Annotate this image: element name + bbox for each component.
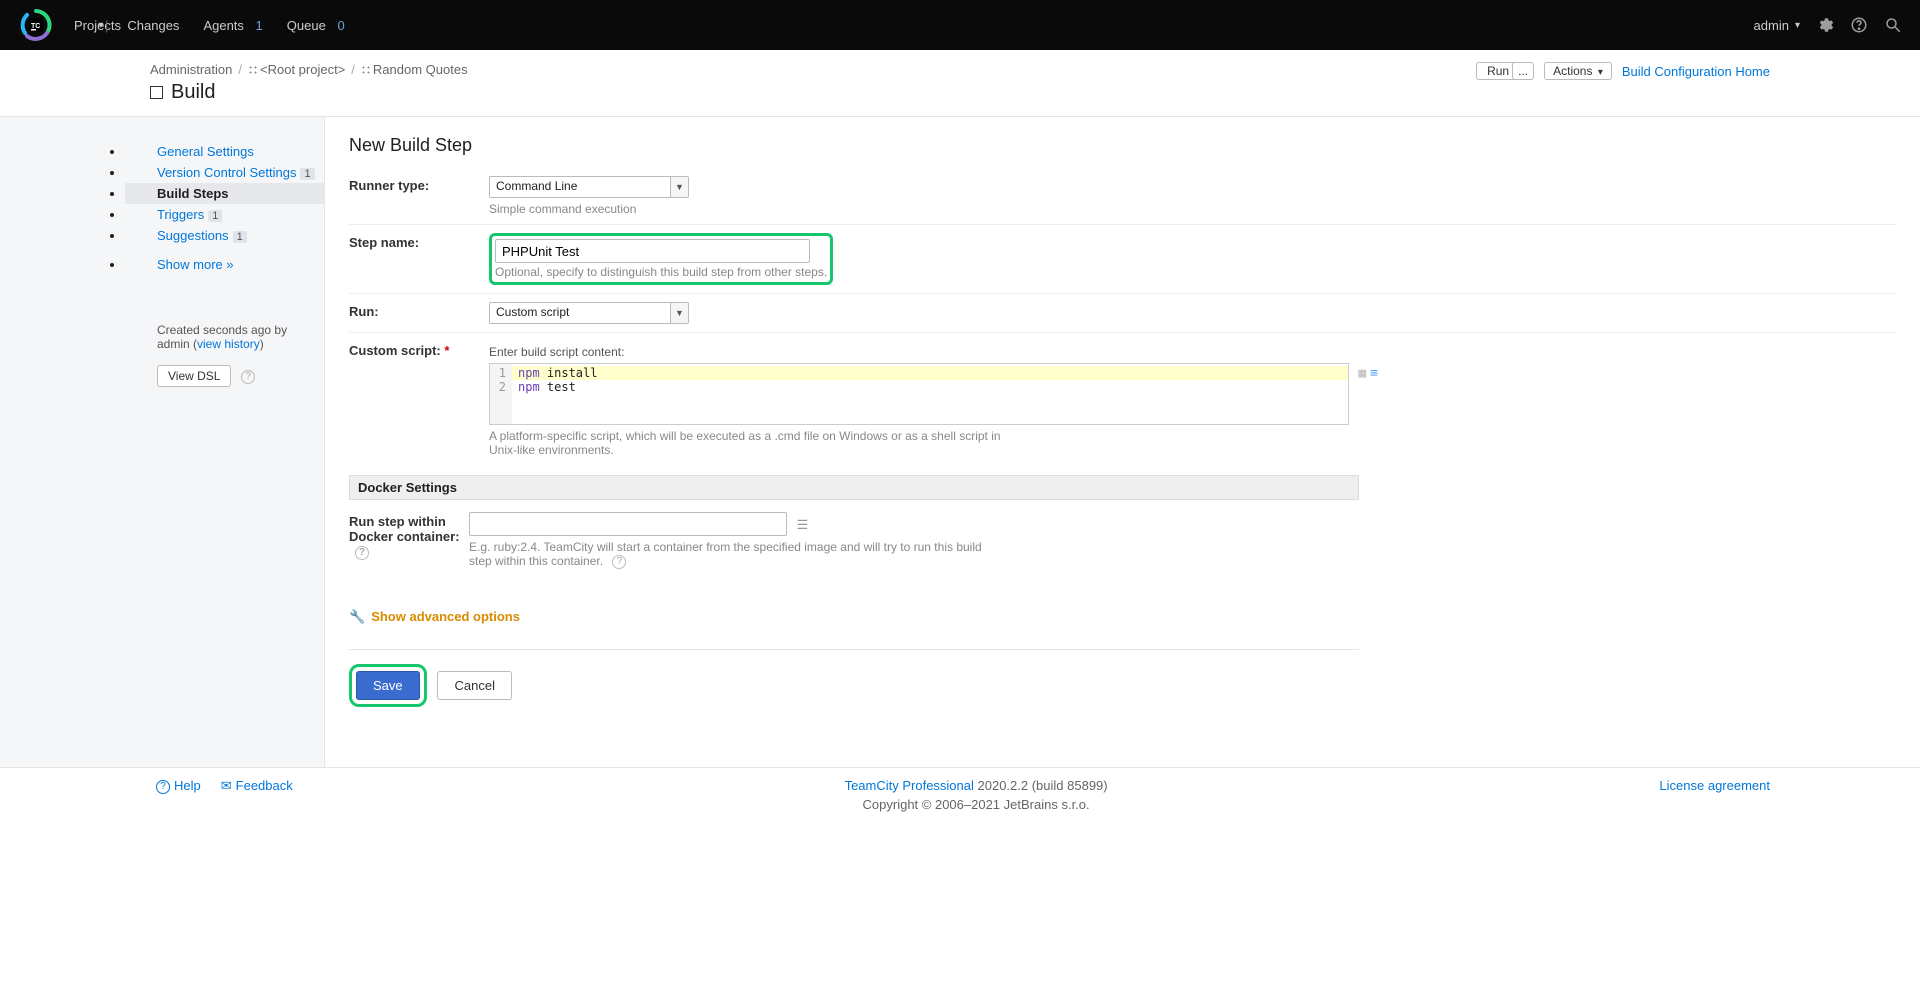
script-prompt: Enter build script content: <box>489 345 1309 359</box>
help-icon[interactable]: ? <box>612 555 626 569</box>
chevron-down-icon: ▾ <box>1795 20 1800 31</box>
editor-gutter: 12 <box>490 364 512 424</box>
wrench-icon: 🔧 <box>349 609 365 625</box>
cancel-button[interactable]: Cancel <box>437 671 511 700</box>
svg-text:TC: TC <box>31 23 40 30</box>
breadcrumb: Administration / <Root project> / Random… <box>150 62 468 77</box>
sidebar-item-build-steps[interactable]: Build Steps <box>125 183 324 204</box>
footer-help-link[interactable]: Help <box>174 778 201 793</box>
docker-container-input[interactable] <box>469 512 787 536</box>
show-advanced-label: Show advanced options <box>371 609 520 624</box>
view-dsl-button[interactable]: View DSL <box>157 365 231 387</box>
save-highlight: Save <box>349 664 427 707</box>
nav-agents[interactable]: Agents 1 <box>203 18 262 33</box>
chevron-down-icon: ▾ <box>98 20 103 31</box>
help-icon[interactable] <box>1850 16 1868 34</box>
sidebar-item-label: Build Steps <box>157 186 229 201</box>
custom-script-label: Custom script: * <box>349 341 489 358</box>
sidebar-show-more[interactable]: Show more » <box>125 254 324 275</box>
search-icon[interactable] <box>1884 16 1902 34</box>
build-config-home-link[interactable]: Build Configuration Home <box>1622 64 1770 79</box>
sidebar-item-label: Show more » <box>157 257 234 272</box>
nav-queue-count: 0 <box>337 18 344 33</box>
bc-root-project[interactable]: <Root project> <box>260 62 345 77</box>
help-icon[interactable]: ? <box>241 370 255 384</box>
docker-section-header: Docker Settings <box>349 475 1359 500</box>
sidebar-item-vcs[interactable]: Version Control Settings 1 <box>125 162 324 183</box>
nav-user-label: admin <box>1754 18 1789 33</box>
content-heading: New Build Step <box>349 135 1896 156</box>
run-label: Run: <box>349 302 489 319</box>
step-name-label: Step name: <box>349 233 489 250</box>
run-value: Custom script <box>490 303 670 323</box>
footer-license-link[interactable]: License agreement <box>1659 778 1770 793</box>
footer-copyright: Copyright © 2006–2021 JetBrains s.r.o. <box>293 797 1660 812</box>
top-nav: TC Projects | ▾ Changes Agents 1 Queue 0… <box>0 0 1920 50</box>
step-name-input[interactable] <box>495 239 810 263</box>
runner-type-hint: Simple command execution <box>489 202 1309 216</box>
sidebar-item-general[interactable]: General Settings <box>125 141 324 162</box>
project-grid-icon <box>248 65 258 75</box>
nav-agents-label: Agents <box>203 18 243 33</box>
sidebar-item-triggers[interactable]: Triggers 1 <box>125 204 324 225</box>
page-title-text: Build <box>171 81 215 104</box>
editor-toolbar: ▦ ≡ <box>1358 366 1378 381</box>
chevron-down-icon: ▼ <box>670 177 688 197</box>
editor-tool-icon[interactable]: ▦ <box>1358 366 1366 381</box>
run-split-button[interactable]: ... <box>1512 62 1534 80</box>
chevron-down-icon: ▼ <box>670 303 688 323</box>
sidebar-badge: 1 <box>300 168 314 180</box>
variable-picker-icon[interactable]: ☰ <box>797 517 809 533</box>
docker-container-label: Run step within Docker container: ? <box>349 512 469 560</box>
script-hint: A platform-specific script, which will b… <box>489 429 1009 457</box>
head-actions: Run... Actions ▾ Build Configuration Hom… <box>1476 62 1770 80</box>
teamcity-logo[interactable]: TC <box>18 7 54 43</box>
nav-user-menu[interactable]: admin ▾ <box>1754 18 1800 33</box>
editor-tool-icon[interactable]: ≡ <box>1370 366 1378 381</box>
nav-queue-label: Queue <box>287 18 326 33</box>
runner-type-label: Runner type: <box>349 176 489 193</box>
docker-hint: E.g. ruby:2.4. TeamCity will start a con… <box>469 540 989 569</box>
page-title: Build <box>150 81 468 104</box>
sidebar: General Settings Version Control Setting… <box>0 117 325 767</box>
sidebar-badge: 1 <box>233 231 247 243</box>
run-select[interactable]: Custom script ▼ <box>489 302 689 324</box>
bc-project[interactable]: Random Quotes <box>373 62 468 77</box>
sidebar-item-label: Suggestions <box>157 228 229 243</box>
show-advanced-link[interactable]: 🔧 Show advanced options <box>349 609 520 625</box>
chevron-down-icon: ▾ <box>1598 67 1603 78</box>
footer-product-link[interactable]: TeamCity Professional <box>845 778 974 793</box>
bc-administration[interactable]: Administration <box>150 62 232 77</box>
nav-projects[interactable]: Projects | ▾ <box>74 18 103 33</box>
footer: ? Help ✉ Feedback TeamCity Professional 20… <box>0 767 1920 822</box>
save-button[interactable]: Save <box>356 671 420 700</box>
footer-version: 2020.2.2 (build 85899) <box>974 778 1108 793</box>
nav-queue[interactable]: Queue 0 <box>287 18 345 33</box>
sidebar-item-label: Version Control Settings <box>157 165 296 180</box>
nav-agents-count: 1 <box>256 18 263 33</box>
step-name-hint: Optional, specify to distinguish this bu… <box>495 265 827 279</box>
content: New Build Step Runner type: Command Line… <box>325 117 1920 767</box>
gear-icon[interactable] <box>1816 16 1834 34</box>
divider <box>349 649 1359 650</box>
runner-type-select[interactable]: Command Line ▼ <box>489 176 689 198</box>
script-editor[interactable]: 12 npm install npm test ▦ ≡ <box>489 363 1349 425</box>
project-grid-icon <box>361 65 371 75</box>
view-history-link[interactable]: view history <box>197 337 260 351</box>
sidebar-item-suggestions[interactable]: Suggestions 1 <box>125 225 324 246</box>
runner-type-value: Command Line <box>490 177 670 197</box>
sidebar-badge: 1 <box>208 210 222 222</box>
help-icon[interactable]: ? <box>355 546 369 560</box>
envelope-icon: ✉ <box>221 778 232 793</box>
actions-menu-button[interactable]: Actions ▾ <box>1544 62 1612 80</box>
step-name-highlight: Optional, specify to distinguish this bu… <box>489 233 833 285</box>
sidebar-item-label: General Settings <box>157 144 254 159</box>
created-meta: Created seconds ago by admin (view histo… <box>157 323 304 351</box>
footer-feedback-link[interactable]: Feedback <box>236 778 293 793</box>
sidebar-item-label: Triggers <box>157 207 204 222</box>
build-square-icon <box>150 86 163 99</box>
help-icon: ? <box>156 780 170 794</box>
editor-code: npm install npm test <box>512 364 1348 424</box>
nav-changes[interactable]: Changes <box>127 18 179 33</box>
